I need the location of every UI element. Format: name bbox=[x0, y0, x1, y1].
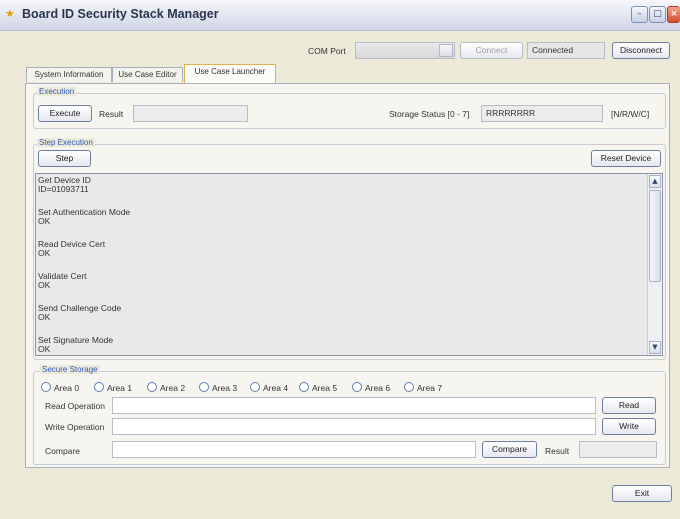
log-entry: Validate Cert OK bbox=[38, 272, 644, 290]
com-port-label: COM Port bbox=[308, 46, 346, 56]
log-entry-result: OK bbox=[38, 248, 51, 258]
area-6-label: Area 6 bbox=[365, 383, 391, 393]
execution-group-title: Execution bbox=[37, 87, 77, 96]
tab-system-information[interactable]: System Information bbox=[26, 67, 112, 82]
log-entry: Set Authentication Mode OK bbox=[38, 208, 644, 226]
radio-icon bbox=[299, 382, 309, 392]
step-execution-group-title: Step Execution bbox=[37, 138, 95, 147]
area-0-radio[interactable]: Area 0 bbox=[41, 382, 79, 393]
log-entry: Read Device Cert OK bbox=[38, 240, 644, 258]
app-icon: ★ bbox=[5, 7, 15, 20]
log-entry-result: OK bbox=[38, 312, 51, 322]
radio-icon bbox=[41, 382, 51, 392]
log-scrollbar[interactable]: ▲ ▼ bbox=[647, 174, 662, 355]
area-2-label: Area 2 bbox=[160, 383, 186, 393]
tab-use-case-launcher[interactable]: Use Case Launcher bbox=[184, 64, 276, 83]
execution-result-field[interactable] bbox=[133, 105, 248, 122]
log-entry: Send Challenge Code OK bbox=[38, 304, 644, 322]
step-log[interactable]: Get Device ID ID=01093711 Set Authentica… bbox=[35, 173, 663, 356]
read-operation-label: Read Operation bbox=[45, 401, 106, 411]
area-7-label: Area 7 bbox=[417, 383, 443, 393]
compare-field[interactable] bbox=[112, 441, 476, 458]
compare-label: Compare bbox=[45, 446, 80, 456]
minimize-button[interactable]: – bbox=[631, 6, 648, 23]
log-entry-result: ID=01093711 bbox=[38, 184, 89, 194]
storage-status-label: Storage Status [0 - 7] bbox=[389, 109, 470, 119]
scroll-down-icon[interactable]: ▼ bbox=[649, 341, 661, 354]
area-5-label: Area 5 bbox=[312, 383, 338, 393]
log-entry-title: Set Signature Mode bbox=[38, 335, 114, 345]
maximize-button[interactable]: □ bbox=[649, 6, 666, 23]
log-entry-title: Validate Cert bbox=[38, 271, 87, 281]
read-operation-field[interactable] bbox=[112, 397, 596, 414]
area-2-radio[interactable]: Area 2 bbox=[147, 382, 185, 393]
area-3-label: Area 3 bbox=[212, 383, 238, 393]
com-port-select[interactable] bbox=[355, 42, 455, 59]
log-entry: Set Signature Mode OK bbox=[38, 336, 644, 354]
area-3-radio[interactable]: Area 3 bbox=[199, 382, 237, 393]
execution-result-label: Result bbox=[99, 109, 124, 119]
tab-use-case-editor[interactable]: Use Case Editor bbox=[112, 67, 183, 82]
write-button[interactable]: Write bbox=[602, 418, 656, 435]
area-4-label: Area 4 bbox=[263, 383, 289, 393]
scroll-up-icon[interactable]: ▲ bbox=[649, 175, 661, 188]
storage-status-field[interactable]: RRRRRRRR bbox=[481, 105, 603, 122]
log-entry-result: OK bbox=[38, 280, 51, 290]
log-entry-title: Send Challenge Code bbox=[38, 303, 122, 313]
compare-result-field[interactable] bbox=[579, 441, 657, 458]
log-entry-title: Set Authentication Mode bbox=[38, 207, 131, 217]
log-entry-title: Get Device ID bbox=[38, 175, 91, 185]
main-window: ★ Board ID Security Stack Manager – □ × … bbox=[0, 0, 680, 519]
radio-icon bbox=[94, 382, 104, 392]
area-1-label: Area 1 bbox=[107, 383, 133, 393]
log-entry-title: Read Device Cert bbox=[38, 239, 106, 249]
chevron-down-icon[interactable] bbox=[439, 44, 453, 57]
area-4-radio[interactable]: Area 4 bbox=[250, 382, 288, 393]
disconnect-button[interactable]: Disconnect bbox=[612, 42, 670, 59]
area-1-radio[interactable]: Area 1 bbox=[94, 382, 132, 393]
radio-icon bbox=[250, 382, 260, 392]
storage-status-legend: [N/R/W/C] bbox=[611, 109, 650, 119]
reset-device-button[interactable]: Reset Device bbox=[591, 150, 661, 167]
radio-icon bbox=[199, 382, 209, 392]
radio-icon bbox=[352, 382, 362, 392]
title-bar: ★ Board ID Security Stack Manager – □ × bbox=[0, 0, 680, 31]
step-log-content: Get Device ID ID=01093711 Set Authentica… bbox=[38, 176, 644, 355]
execute-button[interactable]: Execute bbox=[38, 105, 92, 122]
area-7-radio[interactable]: Area 7 bbox=[404, 382, 442, 393]
radio-icon bbox=[404, 382, 414, 392]
close-button[interactable]: × bbox=[667, 6, 680, 23]
log-entry: Get Device ID ID=01093711 bbox=[38, 176, 644, 194]
step-button[interactable]: Step bbox=[38, 150, 91, 167]
log-entry-result: OK bbox=[38, 344, 51, 354]
area-6-radio[interactable]: Area 6 bbox=[352, 382, 390, 393]
compare-result-label: Result bbox=[545, 446, 570, 456]
connection-status: Connected bbox=[527, 42, 605, 59]
window-title: Board ID Security Stack Manager bbox=[22, 7, 219, 21]
compare-button[interactable]: Compare bbox=[482, 441, 537, 458]
area-0-label: Area 0 bbox=[54, 383, 80, 393]
area-5-radio[interactable]: Area 5 bbox=[299, 382, 337, 393]
log-entry-result: OK bbox=[38, 216, 51, 226]
scroll-thumb[interactable] bbox=[649, 190, 661, 282]
connect-button[interactable]: Connect bbox=[460, 42, 523, 59]
exit-button[interactable]: Exit bbox=[612, 485, 672, 502]
radio-icon bbox=[147, 382, 157, 392]
read-button[interactable]: Read bbox=[602, 397, 656, 414]
secure-storage-group-title: Secure Storage bbox=[40, 365, 100, 374]
write-operation-field[interactable] bbox=[112, 418, 596, 435]
write-operation-label: Write Operation bbox=[45, 422, 105, 432]
